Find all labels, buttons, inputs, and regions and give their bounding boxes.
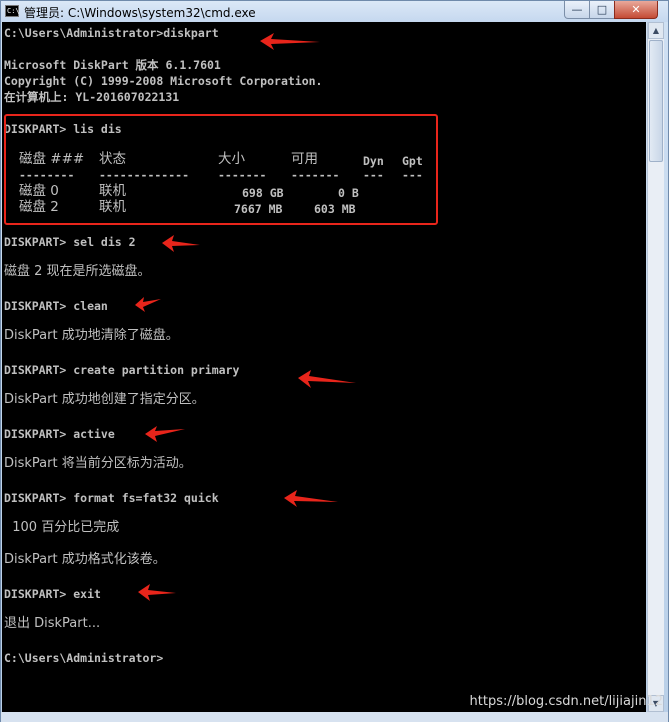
- console-line: DISKPART> clean: [4, 299, 108, 313]
- console-line: DISKPART> create partition primary: [4, 363, 240, 377]
- console-line: DISKPART> exit: [4, 587, 101, 601]
- title-bar[interactable]: C:\ 管理员: C:\Windows\system32\cmd.exe — □…: [1, 1, 668, 22]
- annotation-highlight-box: [4, 114, 438, 225]
- console-line: DiskPart 成功地清除了磁盘。: [4, 328, 179, 343]
- window-title: 管理员: C:\Windows\system32\cmd.exe: [24, 6, 256, 20]
- scroll-up-button[interactable]: ▲: [648, 22, 664, 39]
- console-line: C:\Users\Administrator>diskpart: [4, 26, 219, 40]
- console-line: DiskPart 成功格式化该卷。: [4, 552, 166, 567]
- red-arrow-icon: [145, 426, 185, 442]
- scroll-thumb[interactable]: [649, 40, 663, 162]
- red-arrow-icon: [138, 584, 176, 601]
- console-line: Copyright (C) 1999-2008 Microsoft Corpor…: [4, 74, 323, 88]
- console-line: 在计算机上: YL-201607022131: [4, 90, 180, 104]
- console-output[interactable]: C:\Users\Administrator>diskpart Microsof…: [2, 22, 646, 712]
- close-button[interactable]: ✕: [614, 1, 658, 19]
- console-line: DiskPart 成功地创建了指定分区。: [4, 392, 205, 407]
- console-line: C:\Users\Administrator>: [4, 651, 164, 665]
- red-arrow-icon: [135, 297, 161, 312]
- red-arrow-icon: [284, 490, 338, 507]
- console-line: 100 百分比已完成: [4, 520, 120, 535]
- console-line: DISKPART> sel dis 2: [4, 235, 136, 249]
- console-line: DiskPart 将当前分区标为活动。: [4, 456, 192, 471]
- console-line: DISKPART> format fs=fat32 quick: [4, 491, 219, 505]
- red-arrow-icon: [162, 235, 200, 252]
- red-arrow-icon: [260, 33, 320, 50]
- cmd-app-icon[interactable]: C:\: [5, 5, 20, 17]
- console-line: DISKPART> active: [4, 427, 115, 441]
- cmd-window: C:\ 管理员: C:\Windows\system32\cmd.exe — □…: [0, 0, 669, 722]
- watermark-text: https://blog.csdn.net/lijiajin12: [469, 694, 663, 709]
- maximize-button[interactable]: □: [589, 1, 615, 19]
- window-bottom-frame: [1, 712, 668, 722]
- red-arrow-icon: [298, 370, 356, 388]
- console-line: Microsoft DiskPart 版本 6.1.7601: [4, 58, 221, 72]
- vertical-scrollbar[interactable]: ▲ ▼: [647, 22, 664, 712]
- console-line: 退出 DiskPart...: [4, 616, 101, 631]
- console-line: 磁盘 2 现在是所选磁盘。: [4, 264, 151, 279]
- minimize-button[interactable]: —: [564, 1, 590, 19]
